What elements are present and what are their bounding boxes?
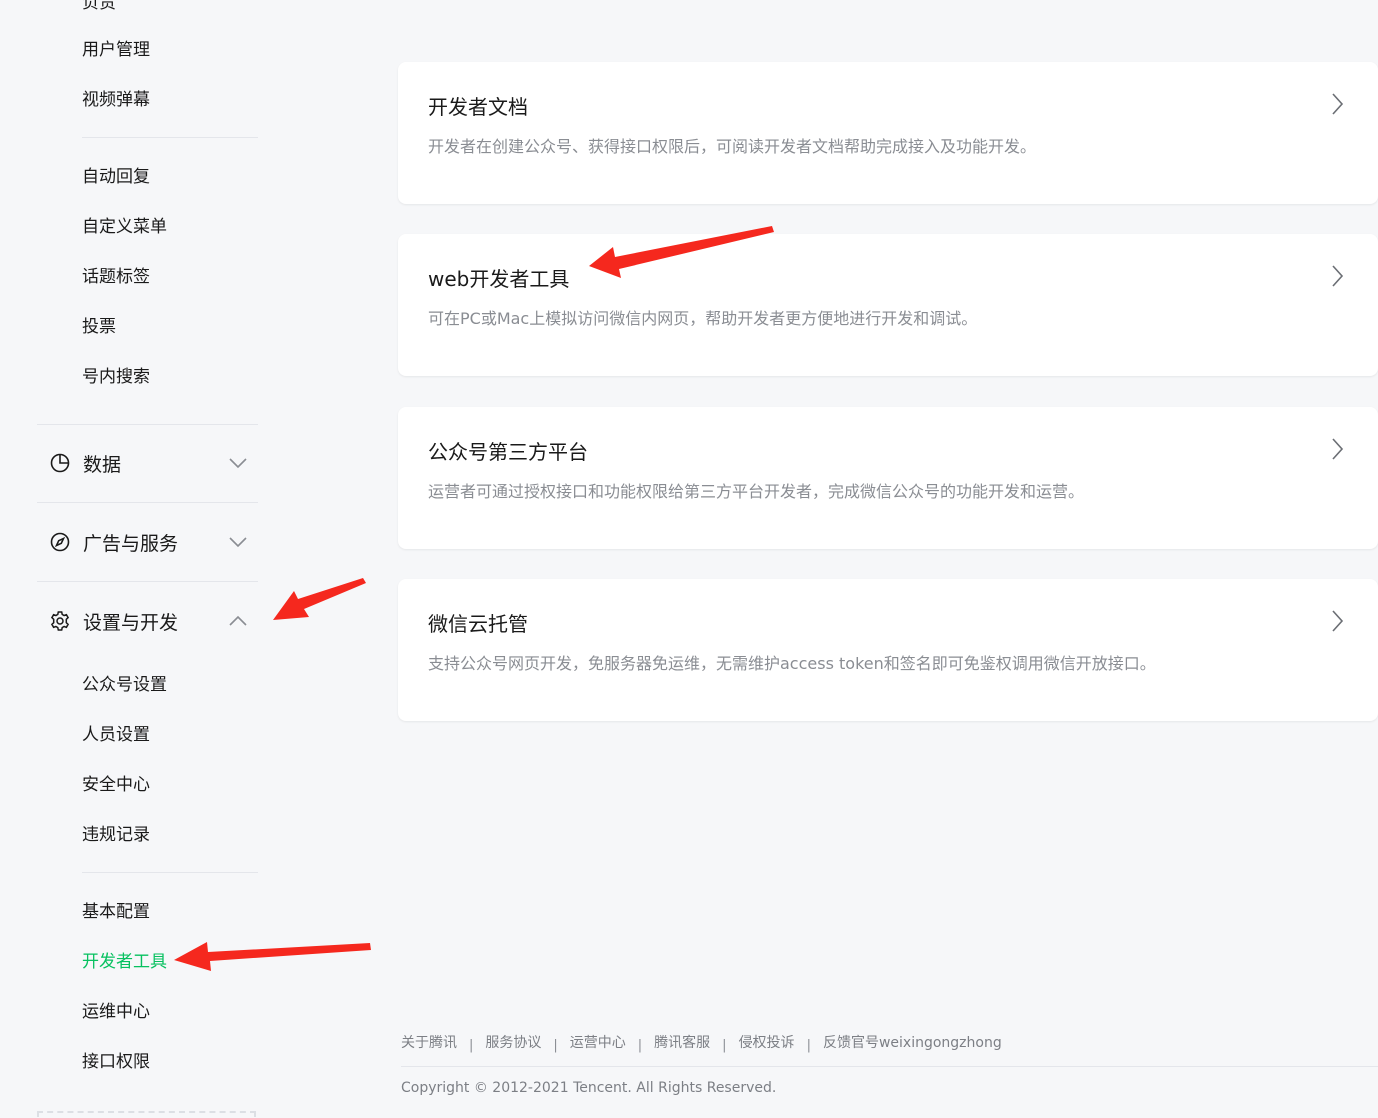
sidebar-divider: [37, 581, 258, 582]
chevron-right-icon: [1332, 265, 1344, 287]
footer-separator: |: [806, 1037, 811, 1053]
chevron-down-icon: [228, 453, 248, 473]
sidebar-item-violation-records[interactable]: 违规记录: [82, 823, 150, 847]
card-title: 公众号第三方平台: [428, 440, 588, 464]
footer-links: 关于腾讯 | 服务协议 | 运营中心 | 腾讯客服 | 侵权投诉 | 反馈官号w…: [401, 1032, 1002, 1053]
sidebar: 负责 用户管理 视频弹幕 自动回复 自定义菜单 话题标签 投票 号内搜索 数据 …: [0, 0, 300, 1118]
card-web-devtools[interactable]: web开发者工具 可在PC或Mac上模拟访问微信内网页，帮助开发者更方便地进行开…: [398, 234, 1378, 376]
sidebar-section-label: 设置与开发: [83, 611, 179, 634]
sidebar-item-video-danmaku[interactable]: 视频弹幕: [82, 88, 150, 112]
footer-link-feedback[interactable]: 反馈官号weixingongzhong: [823, 1032, 1002, 1052]
chevron-up-icon: [228, 611, 248, 631]
footer-separator: |: [637, 1037, 643, 1053]
sidebar-section-settings[interactable]: 设置与开发: [37, 601, 258, 641]
sidebar-divider: [37, 502, 258, 503]
footer-link-support[interactable]: 腾讯客服: [654, 1032, 710, 1052]
sidebar-divider: [82, 137, 258, 138]
sidebar-item-staff-settings[interactable]: 人员设置: [82, 723, 150, 747]
sidebar-item-developer-tools[interactable]: 开发者工具: [82, 950, 167, 974]
sidebar-item-api-permissions[interactable]: 接口权限: [82, 1050, 150, 1074]
card-title: 微信云托管: [428, 612, 528, 636]
sidebar-divider: [82, 872, 258, 873]
copyright-text: Copyright © 2012-2021 Tencent. All Right…: [401, 1080, 777, 1096]
compass-icon: [48, 530, 72, 554]
sidebar-item-custom-menu[interactable]: 自定义菜单: [82, 215, 167, 239]
sidebar-item-user-management[interactable]: 用户管理: [82, 38, 150, 62]
card-description: 开发者在创建公众号、获得接口权限后，可阅读开发者文档帮助完成接入及功能开发。: [428, 137, 1037, 156]
card-description: 可在PC或Mac上模拟访问微信内网页，帮助开发者更方便地进行开发和调试。: [428, 309, 978, 328]
footer-link-complaints[interactable]: 侵权投诉: [739, 1032, 795, 1052]
sidebar-dashed-box: [37, 1111, 256, 1118]
card-title: 开发者文档: [428, 95, 528, 119]
footer-link-about[interactable]: 关于腾讯: [401, 1032, 457, 1052]
sidebar-item-cutoff[interactable]: 负责: [82, 0, 116, 13]
chevron-right-icon: [1332, 438, 1344, 460]
sidebar-item-topic-tags[interactable]: 话题标签: [82, 265, 150, 289]
pie-chart-icon: [48, 451, 72, 475]
sidebar-item-basic-config[interactable]: 基本配置: [82, 900, 150, 924]
sidebar-section-data[interactable]: 数据: [37, 443, 258, 483]
card-description: 支持公众号网页开发，免服务器免运维，无需维护access token和签名即可免…: [428, 654, 1156, 673]
sidebar-item-ops-center[interactable]: 运维中心: [82, 1000, 150, 1024]
sidebar-section-label: 数据: [83, 453, 122, 476]
sidebar-section-ads[interactable]: 广告与服务: [37, 522, 258, 562]
footer-separator: |: [553, 1037, 558, 1053]
chevron-down-icon: [228, 532, 248, 552]
card-title: web开发者工具: [428, 267, 570, 291]
sidebar-item-auto-reply[interactable]: 自动回复: [82, 165, 150, 189]
sidebar-divider: [37, 424, 258, 425]
sidebar-item-security-center[interactable]: 安全中心: [82, 773, 150, 797]
footer-link-terms[interactable]: 服务协议: [485, 1032, 541, 1052]
gear-icon: [48, 609, 72, 633]
chevron-right-icon: [1332, 610, 1344, 632]
chevron-right-icon: [1332, 93, 1344, 115]
card-description: 运营者可通过授权接口和功能权限给第三方平台开发者，完成微信公众号的功能开发和运营…: [428, 482, 1085, 501]
sidebar-section-label: 广告与服务: [83, 532, 179, 555]
footer-divider: [401, 1066, 1378, 1067]
sidebar-item-in-account-search[interactable]: 号内搜索: [82, 365, 150, 389]
card-third-party-platform[interactable]: 公众号第三方平台 运营者可通过授权接口和功能权限给第三方平台开发者，完成微信公众…: [398, 407, 1378, 549]
footer-link-ops-center[interactable]: 运营中心: [570, 1032, 626, 1052]
sidebar-item-account-settings[interactable]: 公众号设置: [82, 673, 167, 697]
card-developer-docs[interactable]: 开发者文档 开发者在创建公众号、获得接口权限后，可阅读开发者文档帮助完成接入及功…: [398, 62, 1378, 204]
footer-separator: |: [469, 1037, 474, 1053]
card-cloud-hosting[interactable]: 微信云托管 支持公众号网页开发，免服务器免运维，无需维护access token…: [398, 579, 1378, 721]
footer-separator: |: [722, 1037, 727, 1053]
sidebar-item-vote[interactable]: 投票: [82, 315, 116, 339]
